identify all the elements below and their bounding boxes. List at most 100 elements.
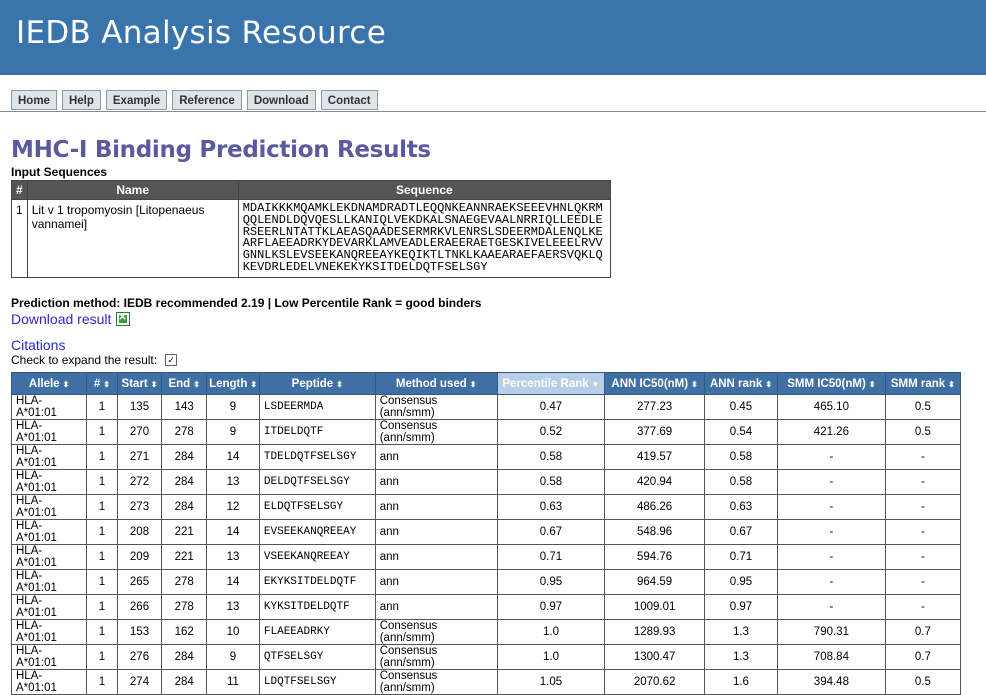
column-header-ann-rank[interactable]: ANN rank ⬍ <box>703 372 779 395</box>
column-header-allele[interactable]: Allele ⬍ <box>10 372 88 395</box>
cell-peptide: EVSEEKANQREEAY <box>258 519 376 545</box>
cell-ann-ic50: 377.69 <box>604 419 705 445</box>
column-header-ann-ic50[interactable]: ANN IC50(nM) ⬍ <box>604 372 705 395</box>
column-label: # <box>93 377 101 390</box>
table-row: 1 Lit v 1 tropomyosin [Litopenaeus vanna… <box>11 199 612 278</box>
column-header-start[interactable]: Start ⬍ <box>116 372 163 395</box>
sort-icon[interactable]: ⬍ <box>765 380 772 389</box>
cell-num: 1 <box>86 444 118 470</box>
sort-icon[interactable]: ⬍ <box>193 380 200 389</box>
sort-icon[interactable]: ⬍ <box>691 380 698 389</box>
cell-start: 209 <box>116 544 163 570</box>
tab-download[interactable]: Download <box>246 90 316 110</box>
sort-desc-icon[interactable]: ▼ <box>592 380 600 389</box>
prediction-method: Prediction method: IEDB recommended 2.19… <box>11 296 482 310</box>
tab-example[interactable]: Example <box>105 90 168 110</box>
column-label: Percentile Rank <box>502 377 589 390</box>
cell-allele: HLA-A*01:01 <box>10 519 88 545</box>
sort-icon[interactable]: ⬍ <box>103 380 110 389</box>
cell-length: 9 <box>206 644 260 670</box>
cell-smm-ic50: - <box>777 444 886 470</box>
cell-num: 1 <box>86 644 118 670</box>
cell-peptide: KYKSITDELDQTF <box>258 594 376 620</box>
table-row: HLA-A*01:01 1 209 221 13 VSEEKANQREEAY ann 0.71… <box>10 544 962 570</box>
table-row: HLA-A*01:01 1 274 284 11 LDQTFSELSGY Consensus… <box>10 669 962 695</box>
column-header-percentile-rank[interactable]: Percentile Rank ▼ <box>496 372 606 395</box>
cell-length: 9 <box>206 419 260 445</box>
cell-allele: HLA-A*01:01 <box>10 419 88 445</box>
cell-ann-ic50: 594.76 <box>604 544 705 570</box>
cell-end: 278 <box>161 419 208 445</box>
cell-ann-rank: 0.95 <box>703 569 779 595</box>
cell-method-used: ann <box>374 519 498 545</box>
column-header-sequence: Sequence <box>237 180 612 200</box>
cell-start: 270 <box>116 419 163 445</box>
tab-contact[interactable]: Contact <box>320 90 378 110</box>
cell-allele: HLA-A*01:01 <box>10 394 88 420</box>
sort-icon[interactable]: ⬍ <box>336 380 343 389</box>
cell-ann-ic50: 420.94 <box>604 469 705 495</box>
cell-peptide: EKYKSITDELDQTF <box>258 569 376 595</box>
sort-icon[interactable]: ⬍ <box>869 380 876 389</box>
cell-ann-rank: 0.54 <box>703 419 779 445</box>
sort-icon[interactable]: ⬍ <box>948 380 955 389</box>
results-table: Allele ⬍ # ⬍ Start ⬍ End ⬍ Length ⬍ Peptide ⬍ Method… <box>10 372 962 695</box>
cell-end: 278 <box>161 594 208 620</box>
cell-num: 1 <box>86 469 118 495</box>
expand-checkbox[interactable]: ✓ <box>165 354 178 366</box>
cell-smm-rank: 0.5 <box>884 669 962 695</box>
cell-percentile-rank: 0.95 <box>496 569 606 595</box>
column-header-num: # <box>11 180 28 200</box>
column-header-length[interactable]: Length ⬍ <box>206 372 260 395</box>
column-header-peptide[interactable]: Peptide ⬍ <box>258 372 376 395</box>
cell-smm-ic50: - <box>777 544 886 570</box>
column-header-smm-rank[interactable]: SMM rank ⬍ <box>884 372 962 395</box>
cell-num: 1 <box>86 544 118 570</box>
cell-ann-ic50: 486.26 <box>604 494 705 520</box>
column-header-num[interactable]: # ⬍ <box>86 372 118 395</box>
column-label: End <box>168 377 191 390</box>
cell-method-used: Consensus (ann/smm) <box>374 419 498 445</box>
column-header-method-used[interactable]: Method used ⬍ <box>374 372 498 395</box>
cell-allele: HLA-A*01:01 <box>10 469 88 495</box>
cell-peptide: DELDQTFSELSGY <box>258 469 376 495</box>
sort-icon[interactable]: ⬍ <box>151 380 158 389</box>
cell-start: 276 <box>116 644 163 670</box>
citations-link[interactable]: Citations <box>11 337 65 353</box>
results-body: HLA-A*01:01 1 135 143 9 LSDEERMDA Consensus (a… <box>10 394 962 695</box>
cell-ann-ic50: 2070.62 <box>604 669 705 695</box>
cell-length: 13 <box>206 469 260 495</box>
sort-icon[interactable]: ⬍ <box>63 380 70 389</box>
cell-ann-ic50: 277.23 <box>604 394 705 420</box>
cell-smm-rank: 0.5 <box>884 394 962 420</box>
table-row: HLA-A*01:01 1 153 162 10 FLAEEADRKY Consensus … <box>10 619 962 645</box>
tab-help[interactable]: Help <box>61 90 101 110</box>
sort-icon[interactable]: ⬍ <box>250 380 257 389</box>
cell-length: 14 <box>206 569 260 595</box>
cell-ann-rank: 0.58 <box>703 444 779 470</box>
column-header-smm-ic50[interactable]: SMM IC50(nM) ⬍ <box>777 372 886 395</box>
cell-end: 221 <box>161 519 208 545</box>
tab-home[interactable]: Home <box>11 90 57 110</box>
cell-allele: HLA-A*01:01 <box>10 544 88 570</box>
cell-length: 13 <box>206 594 260 620</box>
sort-icon[interactable]: ⬍ <box>470 380 477 389</box>
tab-reference[interactable]: Reference <box>172 90 242 110</box>
download-result-link[interactable]: Download result <box>11 311 131 327</box>
cell-num: 1 <box>86 519 118 545</box>
cell-allele: HLA-A*01:01 <box>10 594 88 620</box>
column-header-end[interactable]: End ⬍ <box>161 372 208 395</box>
cell-end: 221 <box>161 544 208 570</box>
cell-percentile-rank: 0.97 <box>496 594 606 620</box>
cell-percentile-rank: 0.58 <box>496 444 606 470</box>
cell-end: 162 <box>161 619 208 645</box>
cell-start: 135 <box>116 394 163 420</box>
cell-peptide: FLAEEADRKY <box>258 619 376 645</box>
cell-smm-ic50: 708.84 <box>777 644 886 670</box>
cell-ann-rank: 0.67 <box>703 519 779 545</box>
sequence-name: Lit v 1 tropomyosin [Litopenaeus vanname… <box>26 199 239 278</box>
excel-icon[interactable] <box>116 312 131 326</box>
cell-start: 274 <box>116 669 163 695</box>
cell-ann-rank: 0.97 <box>703 594 779 620</box>
cell-percentile-rank: 1.0 <box>496 644 606 670</box>
